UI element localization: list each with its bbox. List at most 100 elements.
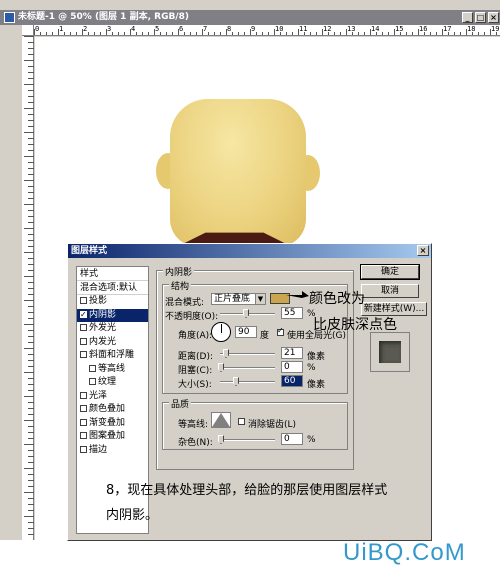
window-left-frame bbox=[0, 25, 22, 540]
ruler-tick-label: 5 bbox=[155, 25, 160, 33]
style-item-checkbox[interactable] bbox=[80, 432, 87, 439]
choke-label: 阻塞(C): bbox=[178, 366, 213, 376]
style-item-label: 纹理 bbox=[98, 377, 117, 387]
style-item-label: 图案叠加 bbox=[89, 431, 126, 441]
style-preview bbox=[370, 332, 410, 372]
style-item-label: 投影 bbox=[89, 296, 108, 306]
style-item[interactable]: 内阴影 bbox=[77, 308, 148, 322]
chevron-down-icon: ▼ bbox=[255, 294, 265, 304]
style-item[interactable]: 描边 bbox=[77, 444, 148, 458]
noise-unit: % bbox=[307, 435, 316, 445]
style-item-checkbox[interactable] bbox=[80, 324, 87, 331]
choke-input[interactable]: 0 bbox=[281, 361, 303, 373]
style-item-checkbox[interactable] bbox=[80, 391, 87, 399]
blend-mode-label: 混合模式: bbox=[165, 298, 205, 308]
vertical-ruler[interactable] bbox=[22, 36, 34, 540]
global-light-checkbox[interactable] bbox=[277, 326, 284, 336]
minimize-icon[interactable]: _ bbox=[462, 12, 473, 23]
style-item[interactable]: 颜色叠加 bbox=[77, 403, 148, 417]
instruction-line-2: 内阴影。 bbox=[106, 508, 159, 523]
style-item-checkbox[interactable] bbox=[80, 405, 87, 412]
ok-button[interactable]: 确定 bbox=[360, 264, 420, 280]
style-item-label: 描边 bbox=[89, 444, 108, 455]
horizontal-ruler[interactable]: 0 1 2 3 4 5 6 7 8 9 10 11 12 13 14 15 16 17 18 19 bbox=[34, 25, 500, 36]
annotation-line-2: 比皮肤深点色 bbox=[313, 317, 397, 333]
site-watermark: UiBQ.CoM bbox=[343, 539, 466, 566]
dialog-close-icon[interactable]: × bbox=[417, 245, 429, 256]
ruler-tick-label: 8 bbox=[227, 25, 232, 33]
noise-slider-track[interactable] bbox=[220, 439, 275, 441]
close-window-icon[interactable]: × bbox=[488, 12, 499, 23]
ruler-tick-label: 1 bbox=[59, 25, 64, 33]
inner-shadow-title: 内阴影 bbox=[163, 265, 195, 278]
angle-input[interactable]: 90 bbox=[235, 326, 257, 338]
document-icon bbox=[4, 12, 15, 23]
style-item-label: 内发光 bbox=[89, 336, 117, 347]
style-item[interactable]: 斜面和浮雕 bbox=[77, 349, 148, 363]
document-titlebar[interactable]: 未标题-1 @ 50% (图层 1 副本, RGB/8) _ □ × bbox=[0, 10, 500, 25]
opacity-input[interactable]: 55 bbox=[281, 307, 303, 319]
annotation-line-1: 颜色改为 bbox=[309, 291, 365, 307]
style-item-label: 颜色叠加 bbox=[89, 404, 126, 414]
style-item[interactable]: 图案叠加 bbox=[77, 430, 148, 444]
contour-label: 等高线: bbox=[178, 420, 209, 430]
style-item-checkbox[interactable] bbox=[80, 418, 87, 426]
style-item[interactable]: 等高线 bbox=[77, 363, 148, 377]
instruction-line-1: 8，现在具体处理头部，给脸的那层使用图层样式 bbox=[106, 483, 388, 498]
blend-options-item[interactable]: 混合选项:默认 bbox=[77, 281, 148, 295]
angle-unit: 度 bbox=[260, 331, 270, 341]
ruler-tick-label: 2 bbox=[83, 25, 88, 33]
anti-alias-label: 消除锯齿(L) bbox=[248, 420, 297, 430]
style-item[interactable]: 渐变叠加 bbox=[77, 417, 148, 431]
style-item-label: 等高线 bbox=[98, 363, 126, 374]
ruler-tick-label: 3 bbox=[107, 25, 112, 33]
contour-picker[interactable] bbox=[211, 412, 231, 428]
style-item-checkbox[interactable] bbox=[80, 337, 87, 345]
ruler-tick-label: 6 bbox=[179, 25, 184, 33]
arrow-pointer-icon bbox=[286, 291, 309, 298]
ruler-tick-label: 9 bbox=[251, 25, 256, 33]
size-label: 大小(S): bbox=[178, 380, 212, 390]
blend-mode-select[interactable]: 正片叠底 ▼ bbox=[211, 293, 266, 305]
size-unit: 像素 bbox=[307, 380, 326, 390]
angle-dial[interactable] bbox=[211, 322, 231, 342]
choke-slider-track[interactable] bbox=[220, 367, 275, 369]
style-item-checkbox[interactable] bbox=[80, 308, 87, 321]
anti-alias-checkbox[interactable] bbox=[238, 418, 245, 425]
noise-label: 杂色(N): bbox=[178, 438, 213, 448]
distance-label: 距离(D): bbox=[178, 352, 213, 362]
ruler-origin[interactable] bbox=[22, 25, 34, 36]
style-item[interactable]: 纹理 bbox=[77, 376, 148, 390]
document-title: 未标题-1 @ 50% (图层 1 副本, RGB/8) bbox=[18, 12, 189, 22]
style-item[interactable]: 外发光 bbox=[77, 322, 148, 336]
face-shape bbox=[170, 99, 306, 247]
choke-unit: % bbox=[307, 363, 316, 373]
style-item[interactable]: 投影 bbox=[77, 295, 148, 309]
style-item[interactable]: 内发光 bbox=[77, 336, 148, 350]
quality-title: 品质 bbox=[169, 397, 192, 410]
style-item-label: 斜面和浮雕 bbox=[89, 350, 135, 360]
opacity-label: 不透明度(O): bbox=[165, 312, 219, 322]
distance-input[interactable]: 21 bbox=[281, 347, 303, 359]
style-item-label: 渐变叠加 bbox=[89, 417, 126, 428]
dialog-title: 图层样式 bbox=[71, 246, 108, 256]
style-item-label: 内阴影 bbox=[89, 309, 117, 320]
dialog-titlebar[interactable]: 图层样式 × bbox=[68, 244, 431, 258]
style-item-checkbox[interactable] bbox=[80, 445, 87, 453]
size-slider-track[interactable] bbox=[220, 381, 275, 383]
styles-header[interactable]: 样式 bbox=[77, 267, 148, 281]
ruler-tick-label: 4 bbox=[131, 25, 136, 33]
ruler-tick-label: 0 bbox=[35, 25, 40, 33]
style-item-checkbox[interactable] bbox=[89, 364, 96, 372]
distance-unit: 像素 bbox=[307, 352, 326, 362]
blend-mode-value: 正片叠底 bbox=[214, 294, 251, 304]
cancel-button[interactable]: 取消 bbox=[361, 284, 419, 298]
size-input[interactable]: 60 bbox=[281, 375, 303, 387]
style-item-checkbox[interactable] bbox=[80, 297, 87, 304]
style-item-checkbox[interactable] bbox=[80, 351, 87, 358]
style-item-label: 外发光 bbox=[89, 323, 117, 333]
maximize-icon[interactable]: □ bbox=[475, 12, 486, 23]
style-item[interactable]: 光泽 bbox=[77, 390, 148, 404]
noise-input[interactable]: 0 bbox=[281, 433, 303, 445]
style-item-checkbox[interactable] bbox=[89, 378, 96, 385]
